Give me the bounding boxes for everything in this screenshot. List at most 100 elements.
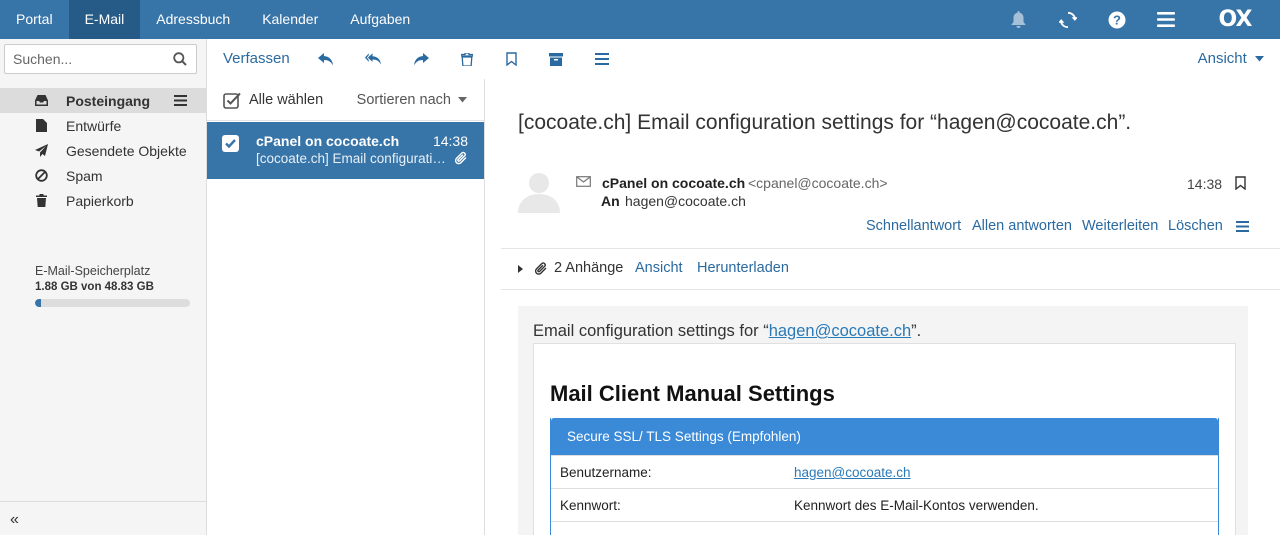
- message-sender: cPanel on cocoate.ch: [256, 133, 400, 149]
- sort-dropdown[interactable]: Sortieren nach: [357, 92, 467, 108]
- envelope-icon: [576, 176, 591, 187]
- folder-label: Papierkorb: [66, 192, 134, 209]
- message-body: Email configuration settings for “hagen@…: [518, 306, 1248, 535]
- collapse-sidebar-button[interactable]: «: [0, 501, 206, 535]
- reply-all-button[interactable]: Allen antworten: [972, 218, 1072, 234]
- row-key: Kennwort:: [560, 498, 621, 513]
- paperclip-icon: [534, 262, 547, 275]
- top-icons: ? OX: [994, 0, 1280, 39]
- message-time: 14:38: [432, 133, 468, 149]
- email-link[interactable]: hagen@cocoate.ch: [769, 322, 911, 340]
- quota-title: E-Mail-Speicherplatz: [35, 264, 151, 278]
- compose-button[interactable]: Verfassen: [223, 50, 290, 67]
- list-header: Alle wählen Sortieren nach: [207, 79, 484, 121]
- archive-icon[interactable]: [548, 51, 564, 67]
- nav-portal[interactable]: Portal: [0, 0, 69, 39]
- view-dropdown-label: Ansicht: [1197, 50, 1247, 67]
- message-checkbox[interactable]: [222, 135, 239, 152]
- more-actions-icon[interactable]: [594, 51, 610, 67]
- folder-label: Spam: [66, 167, 103, 184]
- sender-name[interactable]: cPanel on cocoate.ch: [602, 175, 745, 191]
- refresh-icon[interactable]: [1043, 0, 1092, 39]
- message-time: 14:38: [1187, 176, 1223, 192]
- row-key: Benutzername:: [560, 465, 652, 480]
- settings-card: Mail Client Manual Settings Secure SSL/ …: [533, 343, 1236, 535]
- app-nav: Portal E-Mail Adressbuch Kalender Aufgab…: [0, 0, 426, 39]
- mail-toolbar: Verfassen Ansicht: [207, 39, 1280, 79]
- reply-all-icon[interactable]: [365, 51, 381, 67]
- attachments-view-link[interactable]: Ansicht: [635, 260, 683, 276]
- folder-label: Entwürfe: [66, 117, 122, 134]
- quota-bar: [35, 299, 190, 307]
- settings-table: Secure SSL/ TLS Settings (Empfohlen) Ben…: [550, 418, 1219, 535]
- folder-list: Posteingang Entwürfe Gesendete Objekte S…: [0, 88, 206, 213]
- message-item[interactable]: cPanel on cocoate.ch 14:38 [cocoate.ch] …: [207, 122, 484, 179]
- more-actions-icon[interactable]: [1236, 221, 1249, 232]
- reply-icon[interactable]: [318, 51, 334, 67]
- folder-sidebar: Posteingang Entwürfe Gesendete Objekte S…: [0, 39, 207, 535]
- search-input[interactable]: [5, 45, 165, 73]
- search-icon[interactable]: [173, 52, 187, 66]
- forward-icon[interactable]: [413, 51, 429, 67]
- quota-value: 1.88 GB von 48.83 GB: [35, 281, 154, 293]
- view-dropdown[interactable]: Ansicht: [1198, 50, 1264, 67]
- table-row: [551, 521, 1218, 535]
- bell-icon[interactable]: [994, 0, 1043, 39]
- divider: [501, 289, 1280, 290]
- recipient-address[interactable]: hagen@cocoate.ch: [625, 193, 746, 209]
- nav-adressbuch[interactable]: Adressbuch: [140, 0, 246, 39]
- paperclip-icon: [454, 151, 467, 165]
- storage-quota: E-Mail-Speicherplatz 1.88 GB von 48.83 G…: [35, 264, 190, 307]
- message-subject: [cocoate.ch] Email configuration setting…: [256, 151, 451, 166]
- nav-kalender[interactable]: Kalender: [246, 0, 334, 39]
- folder-papierkorb[interactable]: Papierkorb: [0, 188, 206, 213]
- svg-text:?: ?: [1113, 12, 1121, 27]
- delete-button[interactable]: Löschen: [1168, 218, 1223, 234]
- folder-posteingang[interactable]: Posteingang: [0, 88, 206, 113]
- file-icon: [35, 119, 48, 132]
- select-all-button[interactable]: Alle wählen: [223, 91, 323, 109]
- folder-entwuerfe[interactable]: Entwürfe: [0, 113, 206, 138]
- message-list: Alle wählen Sortieren nach cPanel on coc…: [207, 79, 485, 535]
- settings-table-header: Secure SSL/ TLS Settings (Empfohlen): [551, 418, 1218, 455]
- bookmark-icon[interactable]: [1235, 176, 1246, 190]
- table-row: Kennwort: Kennwort des E-Mail-Kontos ver…: [551, 488, 1218, 521]
- sort-label: Sortieren nach: [356, 92, 451, 108]
- divider: [501, 248, 1280, 249]
- message-title: [cocoate.ch] Email configuration setting…: [518, 111, 1132, 134]
- caret-down-icon: [458, 97, 467, 103]
- trash-icon: [35, 194, 48, 207]
- folder-label: Posteingang: [66, 92, 151, 109]
- select-all-label: Alle wählen: [249, 92, 324, 108]
- inbox-icon: [35, 94, 48, 107]
- row-value-link[interactable]: hagen@cocoate.ch: [794, 465, 911, 480]
- sender-address: <cpanel@cocoate.ch>: [748, 175, 888, 191]
- bookmark-icon[interactable]: [503, 51, 519, 67]
- menu-icon[interactable]: [1141, 0, 1190, 39]
- nav-email[interactable]: E-Mail: [68, 0, 141, 39]
- checkbox-icon: [223, 92, 241, 109]
- folder-label: Gesendete Objekte: [66, 142, 187, 159]
- delete-icon[interactable]: [459, 51, 475, 67]
- quota-bar-fill: [35, 299, 41, 307]
- double-chevron-left-icon: «: [10, 511, 19, 528]
- caret-right-icon[interactable]: [518, 265, 523, 273]
- nav-aufgaben[interactable]: Aufgaben: [334, 0, 426, 39]
- body-intro: Email configuration settings for “hagen@…: [533, 322, 922, 340]
- folder-spam[interactable]: Spam: [0, 163, 206, 188]
- quick-reply-button[interactable]: Schnellantwort: [866, 218, 961, 234]
- row-value: Kennwort des E-Mail-Kontos verwenden.: [794, 498, 1039, 513]
- ox-logo: OX: [1218, 7, 1253, 32]
- attachments-count[interactable]: 2 Anhänge: [554, 260, 623, 276]
- ban-icon: [35, 169, 48, 182]
- attachments-download-link[interactable]: Herunterladen: [697, 260, 789, 276]
- folder-gesendete-objekte[interactable]: Gesendete Objekte: [0, 138, 206, 163]
- recipient-label: An: [601, 193, 620, 209]
- help-icon[interactable]: ?: [1092, 0, 1141, 39]
- attachments-row: 2 Anhänge Ansicht Herunterladen: [501, 260, 1280, 280]
- caret-down-icon: [1255, 56, 1264, 62]
- folder-menu-icon[interactable]: [174, 95, 187, 106]
- top-bar: Portal E-Mail Adressbuch Kalender Aufgab…: [0, 0, 1280, 39]
- forward-button[interactable]: Weiterleiten: [1082, 218, 1158, 234]
- message-detail: [cocoate.ch] Email configuration setting…: [501, 79, 1280, 535]
